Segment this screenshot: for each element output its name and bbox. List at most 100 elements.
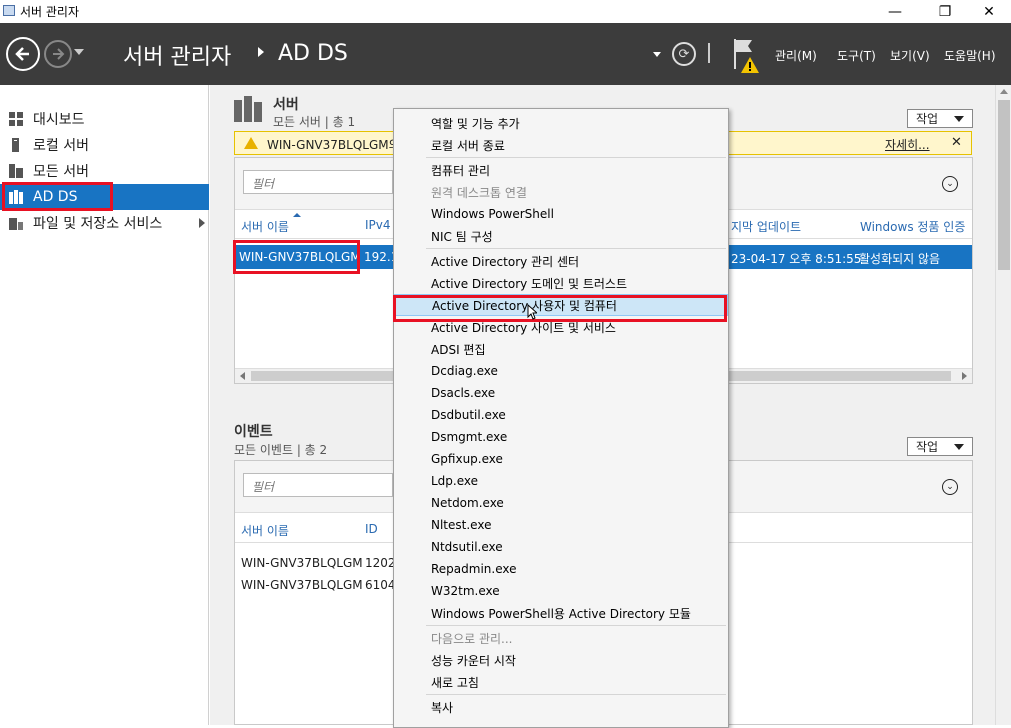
event-server-name-cell[interactable]: WIN-GNV37BLQLGM <box>241 556 363 570</box>
context-menu-item[interactable]: Active Directory 관리 센터 <box>394 250 728 272</box>
sidebar: 대시보드 로컬 서버 모든 서버 AD DS 파일 및 저장소 서비스 <box>0 85 209 725</box>
events-tasks-button[interactable]: 작업 <box>907 437 973 456</box>
scroll-up-icon[interactable] <box>1000 89 1008 94</box>
close-button[interactable]: ✕ <box>966 0 1011 23</box>
forward-button[interactable] <box>44 40 72 68</box>
context-menu-item[interactable]: W32tm.exe <box>394 580 728 602</box>
maximize-button[interactable]: ❐ <box>922 0 968 23</box>
dashboard-icon <box>9 112 23 126</box>
event-server-name-cell[interactable]: WIN-GNV37BLQLGM <box>241 578 363 592</box>
column-last-update[interactable]: 지막 업데이트 <box>731 218 801 235</box>
warning-details-link[interactable]: 자세히... <box>885 136 930 153</box>
context-menu-item[interactable]: Ntdsutil.exe <box>394 536 728 558</box>
arrow-right-icon <box>53 48 65 60</box>
page-title: 서버 관리자 <box>123 45 232 70</box>
file-storage-icon <box>9 216 23 230</box>
server-manager-app-icon <box>3 5 15 16</box>
sidebar-item-label: 로컬 서버 <box>33 138 89 154</box>
warning-close-icon[interactable]: ✕ <box>951 135 962 150</box>
title-bar: 서버 관리자 — ❐ ✕ <box>0 0 1011 23</box>
menu-separator <box>426 157 726 158</box>
task-button-label: 작업 <box>916 440 939 454</box>
context-menu-item[interactable]: 컴퓨터 관리 <box>394 159 728 181</box>
local-server-icon <box>9 138 23 152</box>
context-menu-item[interactable]: Netdom.exe <box>394 492 728 514</box>
context-menu-item[interactable]: 다음으로 관리... <box>394 627 728 649</box>
last-update-cell: 23-04-17 오후 8:51:55 <box>731 252 862 266</box>
column-ipv4[interactable]: IPv4 <box>365 218 391 232</box>
sidebar-item-local-server[interactable]: 로컬 서버 <box>0 132 209 158</box>
minimize-button[interactable]: — <box>872 0 918 23</box>
event-id-cell[interactable]: 6104 <box>365 578 396 592</box>
context-menu-item[interactable]: ADSI 편집 <box>394 338 728 360</box>
context-menu-item[interactable]: Windows PowerShell <box>394 203 728 225</box>
column-server-name[interactable]: 서버 이름 <box>241 522 289 539</box>
window-title: 서버 관리자 <box>20 5 80 19</box>
sidebar-item-file-storage[interactable]: 파일 및 저장소 서비스 <box>0 210 209 236</box>
scroll-left-icon[interactable] <box>240 372 245 380</box>
header-bar: 서버 관리자 AD DS ⟳ 관리(M) 도구(T) 보기(V) 도움말(H) <box>0 23 1011 85</box>
sidebar-item-all-servers[interactable]: 모든 서버 <box>0 158 209 184</box>
servers-filter-input[interactable]: 필터 <box>243 170 393 194</box>
column-id[interactable]: ID <box>365 522 378 536</box>
mouse-cursor-icon <box>527 304 537 320</box>
arrow-left-icon <box>15 47 29 61</box>
context-menu-item[interactable]: Nltest.exe <box>394 514 728 536</box>
expand-options-icon[interactable]: ⌄ <box>942 479 958 495</box>
menu-separator <box>426 625 726 626</box>
context-menu-item[interactable]: 새로 고침 <box>394 671 728 693</box>
event-id-cell[interactable]: 1202 <box>365 556 396 570</box>
task-button-label: 작업 <box>916 112 939 126</box>
breadcrumb-separator-icon <box>258 47 264 57</box>
history-dropdown-button[interactable] <box>74 49 84 55</box>
all-servers-icon <box>9 164 23 178</box>
events-section-title: 이벤트 <box>234 424 273 440</box>
context-menu-item[interactable]: 성능 카운터 시작 <box>394 649 728 671</box>
column-windows-activation[interactable]: Windows 정품 인증 <box>860 218 965 235</box>
menu-manage[interactable]: 관리(M) <box>775 47 817 64</box>
events-section-subtitle: 모든 이벤트 | 총 2 <box>234 443 328 457</box>
context-menu-item[interactable]: 복사 <box>394 696 728 718</box>
context-menu-item[interactable]: Repadmin.exe <box>394 558 728 580</box>
context-menu-item[interactable]: Ldp.exe <box>394 470 728 492</box>
sidebar-item-label: 파일 및 저장소 서비스 <box>33 216 163 232</box>
chevron-down-icon <box>954 444 964 450</box>
warning-icon <box>244 137 258 149</box>
refresh-icon[interactable]: ⟳ <box>672 42 696 66</box>
activation-cell: 활성화되지 않음 <box>859 252 941 266</box>
context-menu-item[interactable]: Windows PowerShell용 Active Directory 모듈 <box>394 602 728 624</box>
context-menu-item[interactable]: Dsdbutil.exe <box>394 404 728 426</box>
servers-tasks-button[interactable]: 작업 <box>907 109 973 128</box>
menu-separator <box>426 694 726 695</box>
context-menu-item[interactable]: Gpfixup.exe <box>394 448 728 470</box>
events-filter-input[interactable]: 필터 <box>243 473 393 497</box>
sidebar-item-label: 모든 서버 <box>33 164 89 180</box>
expand-options-icon[interactable]: ⌄ <box>942 176 958 192</box>
highlight-ad-users-computers <box>393 295 727 322</box>
servers-section-icon <box>234 96 262 122</box>
highlight-ad-ds <box>2 182 113 211</box>
context-menu-item[interactable]: 원격 데스크톱 연결 <box>394 181 728 203</box>
back-button[interactable] <box>6 37 40 71</box>
menu-tools[interactable]: 도구(T) <box>837 47 876 64</box>
sidebar-item-dashboard[interactable]: 대시보드 <box>0 106 209 132</box>
header-divider <box>708 43 710 63</box>
column-server-name[interactable]: 서버 이름 <box>241 218 289 235</box>
context-menu-item[interactable]: Dsmgmt.exe <box>394 426 728 448</box>
notifications-flag-icon[interactable] <box>732 37 762 75</box>
context-menu-item[interactable]: 역할 및 기능 추가 <box>394 112 728 134</box>
context-menu-item[interactable]: Active Directory 도메인 및 트러스트 <box>394 272 728 294</box>
scroll-thumb[interactable] <box>998 100 1010 270</box>
vertical-scrollbar[interactable] <box>995 85 1011 725</box>
menu-view[interactable]: 보기(V) <box>890 47 930 64</box>
chevron-down-icon <box>954 116 964 122</box>
context-menu-item[interactable]: Dcdiag.exe <box>394 360 728 382</box>
servers-section-subtitle: 모든 서버 | 총 1 <box>273 115 356 129</box>
context-menu-item[interactable]: Dsacls.exe <box>394 382 728 404</box>
breadcrumb-dropdown-button[interactable] <box>653 52 661 57</box>
context-menu-item[interactable]: 로컬 서버 종료 <box>394 134 728 156</box>
scroll-right-icon[interactable] <box>962 372 967 380</box>
menu-help[interactable]: 도움말(H) <box>944 47 996 64</box>
expand-arrow-icon[interactable] <box>199 218 205 228</box>
context-menu-item[interactable]: NIC 팀 구성 <box>394 225 728 247</box>
